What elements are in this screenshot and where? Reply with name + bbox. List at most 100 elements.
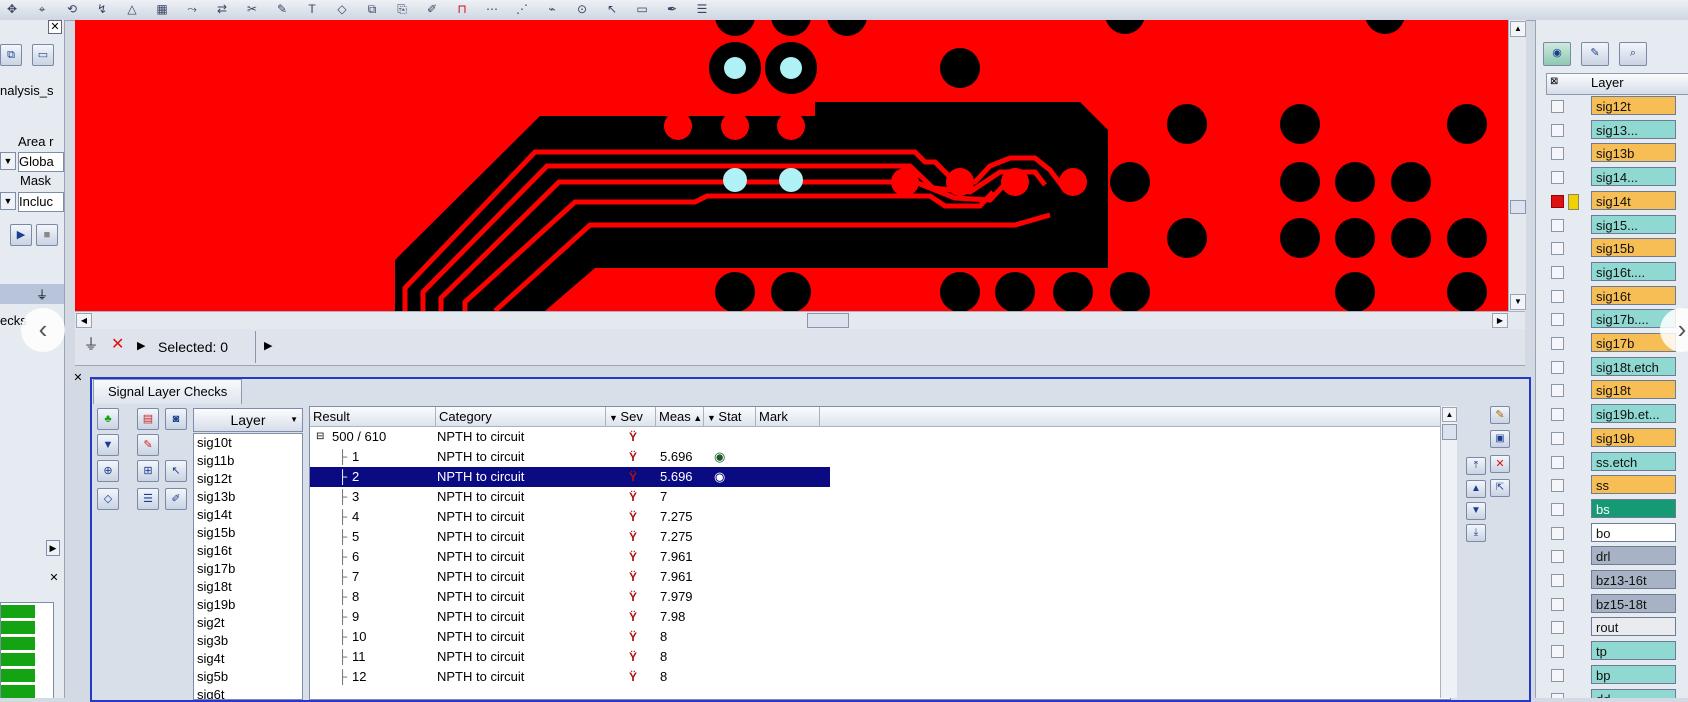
collapse-icon[interactable]: ⊟ bbox=[316, 427, 324, 447]
tab-signal-layer-checks[interactable]: Signal Layer Checks bbox=[93, 379, 243, 404]
column-category[interactable]: Category bbox=[436, 407, 606, 427]
zoom-icon[interactable]: ⊕ bbox=[97, 460, 119, 482]
table-row[interactable]: ├ 1 NPTH to circuit Ÿ 5.696 ◉ bbox=[310, 447, 830, 467]
layer-visibility-checkbox[interactable] bbox=[1551, 265, 1564, 279]
scroll-right-icon[interactable]: ▶ bbox=[1492, 313, 1508, 328]
layer-visibility-checkbox[interactable] bbox=[1551, 550, 1564, 564]
area-select[interactable]: Globa bbox=[18, 152, 64, 172]
column-sev[interactable]: ▼ Sev bbox=[606, 407, 656, 427]
close-icon[interactable]: ✕ bbox=[48, 572, 60, 584]
canvas-horizontal-scrollbar[interactable]: ◀ ▶ bbox=[75, 311, 1525, 329]
layer-visibility-checkbox[interactable] bbox=[1551, 194, 1564, 208]
layer-visibility-checkbox[interactable] bbox=[1551, 645, 1564, 659]
last-result-button[interactable]: ⤓ bbox=[1466, 524, 1486, 542]
note-icon[interactable]: ▭ bbox=[634, 2, 650, 16]
table-row[interactable]: ├ 11 NPTH to circuit Ÿ 8 bbox=[310, 647, 830, 667]
grid-icon[interactable]: ▦ bbox=[154, 2, 170, 16]
layer-visibility-checkbox[interactable] bbox=[1551, 123, 1564, 137]
draw-icon[interactable]: ✎ bbox=[274, 2, 290, 16]
assign-button[interactable]: ⇱ bbox=[1490, 479, 1510, 497]
layer-row[interactable]: bp bbox=[1591, 664, 1676, 684]
pan-icon[interactable]: ✥ bbox=[4, 2, 20, 16]
edit-button[interactable]: ✎ bbox=[1490, 406, 1510, 424]
layer-visibility-checkbox[interactable] bbox=[1551, 218, 1564, 232]
layer-visibility-checkbox[interactable] bbox=[1551, 526, 1564, 540]
layer-row[interactable]: sig16t bbox=[1591, 285, 1676, 305]
close-icon[interactable]: ✕ bbox=[48, 20, 62, 34]
highlight-icon[interactable]: ▤ bbox=[137, 408, 159, 430]
table-row[interactable]: ├ 3 NPTH to circuit Ÿ 7 bbox=[310, 487, 830, 507]
column-meas[interactable]: Meas ▲ bbox=[656, 407, 704, 427]
layer-list-item[interactable]: sig18t bbox=[194, 578, 302, 596]
report-button[interactable]: ▣ bbox=[1490, 430, 1510, 448]
first-result-button[interactable]: ⤒ bbox=[1466, 457, 1486, 475]
marker-icon[interactable]: ✎ bbox=[137, 434, 159, 456]
stack-icon[interactable]: ☰ bbox=[694, 2, 710, 16]
layer-row[interactable]: rout bbox=[1591, 617, 1676, 637]
select-icon[interactable]: ↖ bbox=[604, 2, 620, 16]
layer-list-item[interactable]: sig15b bbox=[194, 524, 302, 542]
connect-icon[interactable]: ⋰ bbox=[514, 2, 530, 16]
layer-row[interactable]: bz13-16t bbox=[1591, 570, 1676, 589]
layer-row[interactable]: sig18t.etch bbox=[1591, 356, 1676, 376]
mask-dropdown-arrow[interactable]: ▼ bbox=[0, 192, 16, 210]
layer-row[interactable]: ss bbox=[1591, 475, 1676, 495]
layer-row[interactable]: sig15... bbox=[1591, 214, 1676, 234]
brush-icon[interactable]: ✐ bbox=[165, 488, 187, 510]
trace-icon[interactable]: ⇄ bbox=[214, 2, 230, 16]
paint-tab-icon[interactable]: ✎ bbox=[1581, 42, 1609, 66]
layers-tab-icon[interactable]: ◉ bbox=[1543, 42, 1571, 66]
layer-visibility-checkbox[interactable] bbox=[1551, 502, 1564, 516]
layer-visibility-checkbox[interactable] bbox=[1551, 100, 1564, 113]
camera-icon[interactable]: ◙ bbox=[165, 408, 187, 430]
filter-icon[interactable]: ⏚ bbox=[36, 286, 48, 303]
layer-row[interactable]: sig19b.et... bbox=[1591, 404, 1676, 424]
snap-icon[interactable]: ⋯ bbox=[484, 2, 500, 16]
table-row[interactable]: ├ 2 NPTH to circuit Ÿ 5.696 ◉ bbox=[310, 467, 830, 487]
layer-visibility-checkbox[interactable] bbox=[1551, 337, 1564, 350]
play-icon[interactable]: ▶ bbox=[137, 336, 145, 356]
layer-list-item[interactable]: sig5b bbox=[194, 668, 302, 686]
shape-icon[interactable]: ◇ bbox=[334, 2, 350, 16]
canvas-vertical-scrollbar[interactable]: ▲ ▼ bbox=[1508, 20, 1526, 311]
scroll-thumb[interactable] bbox=[807, 313, 849, 328]
layer-row[interactable]: sig14t bbox=[1591, 190, 1676, 210]
delete-button[interactable]: ✕ bbox=[1490, 455, 1510, 473]
scroll-down-icon[interactable]: ▼ bbox=[1510, 294, 1526, 310]
table-row[interactable]: ├ 9 NPTH to circuit Ÿ 7.98 bbox=[310, 607, 830, 627]
layer-list-item[interactable]: sig13b bbox=[194, 488, 302, 506]
results-scrollbar[interactable]: ▲ bbox=[1440, 406, 1457, 698]
layer-visibility-checkbox[interactable] bbox=[1551, 408, 1564, 422]
paste-icon[interactable]: ⎘ bbox=[394, 2, 410, 16]
column-stat[interactable]: ▼ Stat bbox=[704, 407, 756, 427]
table-row[interactable]: ├ 4 NPTH to circuit Ÿ 7.275 bbox=[310, 507, 830, 527]
layer-visibility-checkbox[interactable] bbox=[1551, 431, 1564, 445]
stack-icon[interactable]: ☰ bbox=[137, 488, 159, 510]
tree-icon[interactable]: ♣ bbox=[97, 408, 119, 430]
layer-visibility-checkbox[interactable] bbox=[1551, 384, 1564, 398]
next-result-button[interactable]: ▼ bbox=[1466, 502, 1486, 520]
previous-arrow-icon[interactable]: ‹ bbox=[21, 308, 65, 352]
grid-icon[interactable]: ⊞ bbox=[137, 460, 159, 482]
layer-list-item[interactable]: sig17b bbox=[194, 560, 302, 578]
pen-icon[interactable]: ✒ bbox=[664, 2, 680, 16]
table-row[interactable]: ├ 7 NPTH to circuit Ÿ 7.961 bbox=[310, 567, 830, 587]
layer-list-item[interactable]: sig11b bbox=[194, 452, 302, 470]
layer-row[interactable]: bs bbox=[1591, 498, 1676, 518]
play-icon[interactable]: ▶ bbox=[264, 336, 272, 356]
delete-icon[interactable]: ✂ bbox=[244, 2, 260, 16]
layer-row[interactable]: drl bbox=[1591, 546, 1676, 566]
layer-list-item[interactable]: sig19b bbox=[194, 596, 302, 614]
layer-dropdown[interactable]: Layer ▼ bbox=[193, 408, 303, 432]
scroll-thumb[interactable] bbox=[1442, 424, 1457, 440]
toggle-icon[interactable]: ⊠ bbox=[1550, 76, 1558, 87]
close-icon[interactable]: ✕ bbox=[72, 372, 84, 384]
layer-row[interactable]: sig12t bbox=[1591, 96, 1676, 115]
layer-row[interactable]: ss.etch bbox=[1591, 451, 1676, 471]
layout-button[interactable]: ⧉ bbox=[0, 44, 22, 66]
layer-visibility-checkbox[interactable] bbox=[1551, 360, 1564, 374]
scroll-thumb[interactable] bbox=[1510, 200, 1526, 214]
text-icon[interactable]: T bbox=[304, 2, 320, 16]
layer-list-item[interactable]: sig12t bbox=[194, 470, 302, 488]
column-mark[interactable]: Mark bbox=[756, 407, 820, 427]
